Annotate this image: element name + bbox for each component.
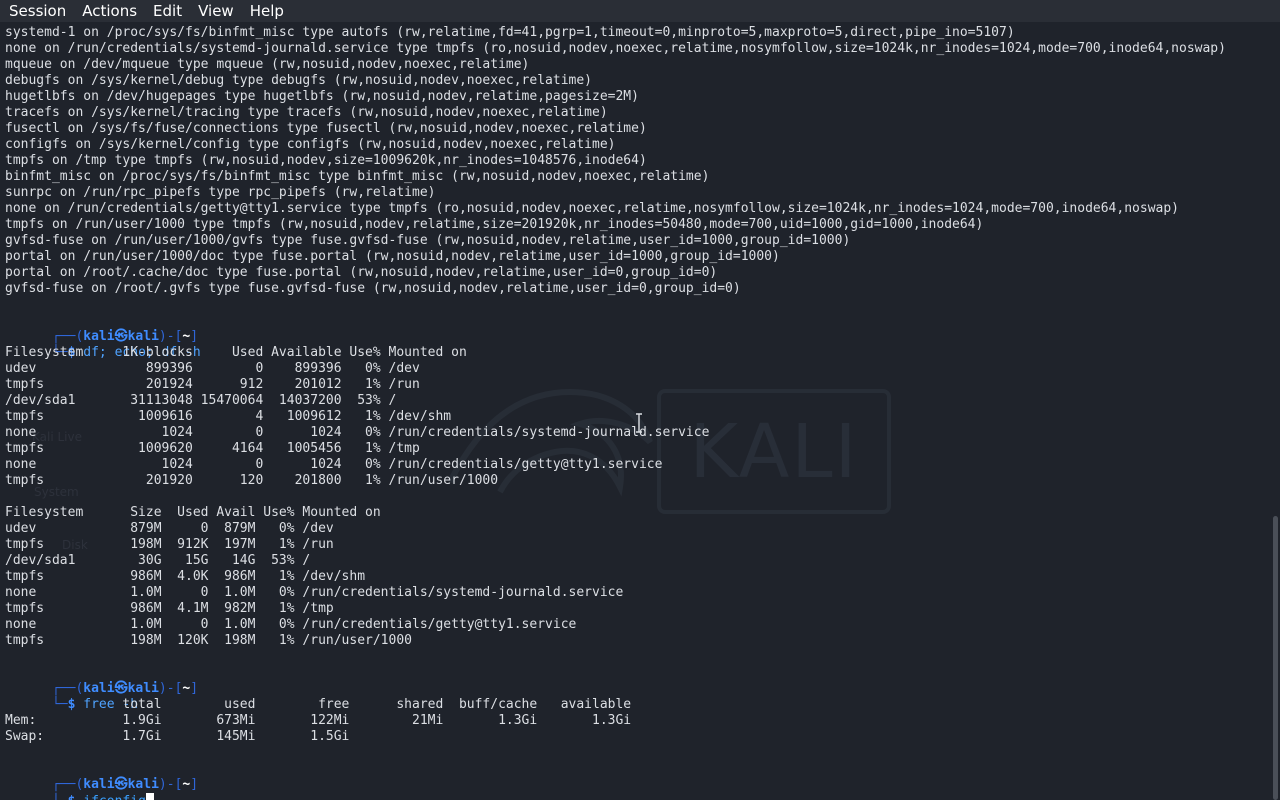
menu-session[interactable]: Session (0, 0, 74, 22)
prompt-at-symbol: ㉿ (114, 329, 128, 344)
scrollbar-thumb[interactable] (1273, 516, 1278, 800)
terminal-output[interactable]: KALI Kali Live System Disk systemd-1 on … (0, 22, 1270, 800)
prompt-frame: └─ (52, 794, 68, 800)
prompt-host: kali (127, 777, 159, 792)
free-output-line: Swap: 1.7Gi 145Mi 1.5Gi (5, 729, 350, 744)
df-output: Filesystem 1K-blocks Used Available Use%… (5, 345, 1226, 649)
prompt-line-3: ┌──(kali㉿kali)-[~] (5, 761, 1226, 792)
prompt-frame: ┌──( (51, 777, 84, 792)
mount-output-line: fusectl on /sys/fs/fuse/connections type… (5, 121, 647, 136)
menu-edit[interactable]: Edit (145, 0, 190, 22)
df-output-line: Filesystem Size Used Avail Use% Mounted … (5, 505, 381, 520)
mount-output-line: tracefs on /sys/kernel/tracing type trac… (5, 105, 608, 120)
command-input-text[interactable]: ifconfig (83, 794, 146, 800)
mount-output-line: gvfsd-fuse on /root/.gvfs type fuse.gvfs… (5, 281, 741, 296)
free-output-line: total used free shared buff/cache availa… (5, 697, 632, 712)
prompt-frame: ] (190, 329, 199, 344)
df-output-line: tmpfs 1009620 4164 1005456 1% /tmp (5, 441, 420, 456)
df-output-line: tmpfs 986M 4.1M 982M 1% /tmp (5, 601, 334, 616)
mount-output-line: mqueue on /dev/mqueue type mqueue (rw,no… (5, 57, 530, 72)
mount-output-line: none on /run/credentials/getty@tty1.serv… (5, 201, 1179, 216)
prompt-frame: )-[ (158, 329, 183, 344)
menu-actions[interactable]: Actions (74, 0, 145, 22)
prompt-line-2: ┌──(kali㉿kali)-[~] (5, 665, 1226, 696)
df-output-line: none 1.0M 0 1.0M 0% /run/credentials/sys… (5, 585, 624, 600)
menu-view[interactable]: View (190, 0, 242, 22)
df-output-line: Filesystem 1K-blocks Used Available Use%… (5, 345, 467, 360)
mount-output-line: tmpfs on /run/user/1000 type tmpfs (rw,n… (5, 217, 984, 232)
df-output-line: none 1024 0 1024 0% /run/credentials/sys… (5, 425, 710, 440)
df-output-line: tmpfs 198M 120K 198M 1% /run/user/1000 (5, 633, 412, 648)
mount-output-line: sunrpc on /run/rpc_pipefs type rpc_pipef… (5, 185, 436, 200)
df-output-line: /dev/sda1 31113048 15470064 14037200 53%… (5, 393, 397, 408)
prompt-frame: ┌──( (51, 681, 84, 696)
mount-output-line: configfs on /sys/kernel/config type conf… (5, 137, 616, 152)
mount-output-line: debugfs on /sys/kernel/debug type debugf… (5, 73, 592, 88)
prompt-frame: )-[ (158, 681, 183, 696)
prompt-at-symbol: ㉿ (114, 777, 128, 792)
prompt-at-symbol: ㉿ (114, 681, 128, 696)
mount-output: systemd-1 on /proc/sys/fs/binfmt_misc ty… (5, 25, 1226, 297)
mount-output-line: tmpfs on /tmp type tmpfs (rw,nosuid,node… (5, 153, 647, 168)
mount-output-line: portal on /root/.cache/doc type fuse.por… (5, 265, 718, 280)
df-output-line: udev 899396 0 899396 0% /dev (5, 361, 420, 376)
df-output-line: tmpfs 198M 912K 197M 1% /run (5, 537, 334, 552)
df-output-line: none 1.0M 0 1.0M 0% /run/credentials/get… (5, 617, 577, 632)
mount-output-line: systemd-1 on /proc/sys/fs/binfmt_misc ty… (5, 25, 1015, 40)
prompt-host: kali (127, 681, 159, 696)
terminal-lines: systemd-1 on /proc/sys/fs/binfmt_misc ty… (5, 25, 1226, 800)
prompt-frame: ┌──( (51, 329, 84, 344)
ibeam-cursor-icon (636, 413, 642, 433)
prompt-host: kali (127, 329, 159, 344)
prompt-user: kali (83, 681, 115, 696)
mount-output-line: hugetlbfs on /dev/hugepages type hugetlb… (5, 89, 639, 104)
df-output-line: tmpfs 201920 120 201800 1% /run/user/100… (5, 473, 499, 488)
free-output: total used free shared buff/cache availa… (5, 697, 1226, 745)
prompt-user: kali (83, 329, 115, 344)
mount-output-line: gvfsd-fuse on /run/user/1000/gvfs type f… (5, 233, 851, 248)
df-output-line: tmpfs 201924 912 201012 1% /run (5, 377, 420, 392)
prompt-frame: ] (190, 681, 199, 696)
prompt-frame: ] (190, 777, 199, 792)
mount-output-line: none on /run/credentials/systemd-journal… (5, 41, 1226, 56)
df-output-line: udev 879M 0 879M 0% /dev (5, 521, 334, 536)
df-output-line: tmpfs 1009616 4 1009612 1% /dev/shm (5, 409, 452, 424)
prompt-frame: )-[ (158, 777, 183, 792)
menu-bar: Session Actions Edit View Help (0, 0, 1280, 22)
prompt-line-1: ┌──(kali㉿kali)-[~] (5, 313, 1226, 344)
df-output-line: /dev/sda1 30G 15G 14G 53% / (5, 553, 311, 568)
df-output-line: tmpfs 986M 4.0K 986M 1% /dev/shm (5, 569, 366, 584)
prompt-dollar: $ (68, 794, 84, 800)
text-cursor (145, 793, 154, 800)
prompt-user: kali (83, 777, 115, 792)
mount-output-line: binfmt_misc on /proc/sys/fs/binfmt_misc … (5, 169, 710, 184)
menu-help[interactable]: Help (242, 0, 292, 22)
mount-output-line: portal on /run/user/1000/doc type fuse.p… (5, 249, 780, 264)
df-output-line (5, 489, 1226, 505)
df-output-line: none 1024 0 1024 0% /run/credentials/get… (5, 457, 663, 472)
free-output-line: Mem: 1.9Gi 673Mi 122Mi 21Mi 1.3Gi 1.3Gi (5, 713, 632, 728)
